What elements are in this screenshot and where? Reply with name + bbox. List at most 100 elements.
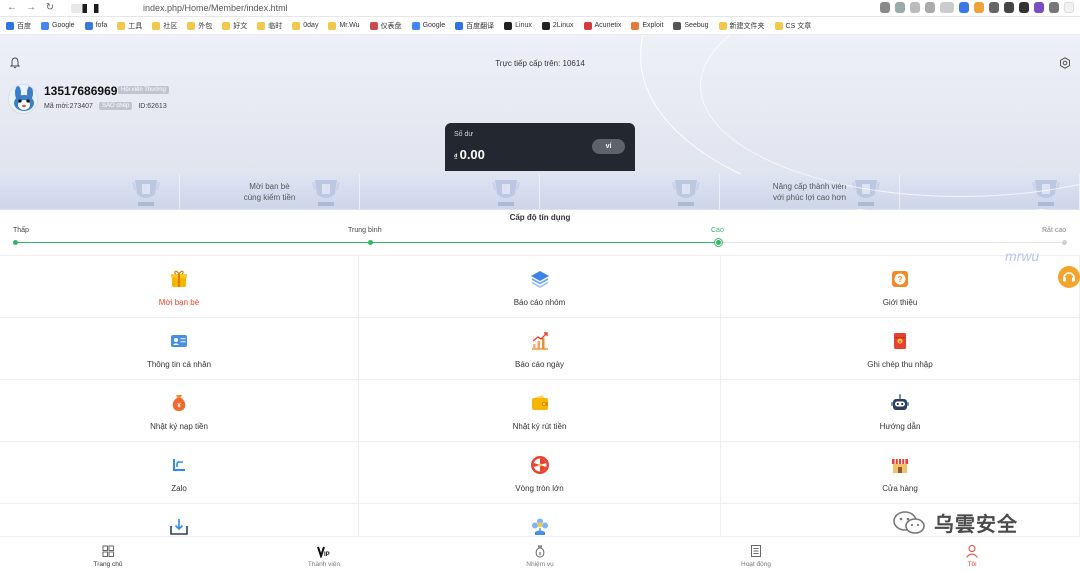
bookmark-icon bbox=[673, 21, 682, 30]
bookmark-label: 外包 bbox=[198, 22, 213, 30]
menu-item[interactable]: Vòng tròn lớn bbox=[359, 442, 721, 504]
bookmark-item[interactable]: Seebug bbox=[673, 21, 709, 30]
forward-icon[interactable]: → bbox=[24, 1, 38, 15]
bookmark-item[interactable]: 0day bbox=[292, 21, 318, 30]
banner-tile[interactable]: Mời bạn bè cùng kiếm tiền bbox=[180, 174, 360, 209]
menu-item-label: Hướng dẫn bbox=[879, 422, 921, 431]
puzzle-icon[interactable] bbox=[1049, 2, 1059, 13]
bookmark-label: Google bbox=[52, 22, 75, 29]
bookmark-item[interactable]: 社区 bbox=[152, 21, 177, 31]
bookmark-item[interactable]: CS 文章 bbox=[774, 21, 811, 31]
bookmark-label: 仪表盘 bbox=[380, 22, 402, 30]
back-icon[interactable]: ← bbox=[5, 1, 19, 15]
bookmark-item[interactable]: 百度 bbox=[6, 21, 31, 31]
bookmark-item[interactable]: fofa bbox=[84, 21, 107, 30]
tab-home[interactable]: Trang chủ bbox=[0, 537, 216, 572]
bookmark-label: 百度翻译 bbox=[466, 22, 495, 30]
banner-tile[interactable] bbox=[0, 174, 180, 209]
key-icon[interactable] bbox=[880, 2, 890, 13]
bookmark-label: 社区 bbox=[163, 22, 178, 30]
balance-amount: 0.00 bbox=[459, 147, 485, 162]
settings-icon[interactable] bbox=[1059, 57, 1071, 69]
bookmark-label: 工具 bbox=[128, 22, 143, 30]
menu-item[interactable]: Báo cáo ngày bbox=[359, 318, 721, 380]
tab-activity[interactable]: Hoạt động bbox=[648, 537, 864, 572]
extension-icon[interactable] bbox=[1019, 2, 1029, 13]
question-icon: ? bbox=[892, 271, 908, 287]
trophy-icon bbox=[132, 180, 160, 206]
bookmark-item[interactable]: 百度翻译 bbox=[455, 21, 494, 31]
new-badge-icon[interactable] bbox=[959, 2, 969, 13]
bookmark-label: Mr.Wu bbox=[339, 22, 360, 29]
bookmark-icon bbox=[41, 21, 49, 30]
robot-icon bbox=[891, 394, 909, 410]
bookmark-item[interactable]: 新建文件夹 bbox=[718, 21, 765, 31]
bookmark-item[interactable]: Acunetix bbox=[583, 21, 621, 30]
translate-icon[interactable] bbox=[895, 2, 905, 13]
bookmark-item[interactable]: Google bbox=[41, 21, 75, 30]
bookmark-item[interactable]: Google bbox=[411, 21, 445, 30]
bookmark-icon bbox=[187, 21, 196, 30]
bookmark-item[interactable]: 工具 bbox=[117, 21, 142, 31]
bookmark-item[interactable]: 仪表盘 bbox=[369, 21, 402, 31]
banner-tile[interactable]: Nâng cấp thành viên với phúc lợi cao hơn bbox=[720, 174, 900, 209]
bookmark-label: 百度 bbox=[17, 22, 31, 30]
bookmark-icon bbox=[6, 21, 14, 30]
menu-item[interactable]: Zalo bbox=[0, 442, 359, 504]
reload-icon[interactable]: ↻ bbox=[43, 1, 57, 15]
headset-icon bbox=[1063, 272, 1075, 282]
tab-tasks[interactable]: $ Nhiệm vụ bbox=[432, 537, 648, 572]
bottom-tab-bar: Trang chủ IP Thành viên $ Nhiệm vụ Hoạt động T… bbox=[0, 536, 1080, 572]
menu-item[interactable]: Thông tin cá nhân bbox=[0, 318, 359, 380]
banner-tile[interactable] bbox=[900, 174, 1080, 209]
menu-item[interactable]: Nhật ký rút tiền bbox=[359, 380, 721, 442]
menu-item[interactable]: Hướng dẫn bbox=[721, 380, 1080, 442]
extension-icon[interactable] bbox=[974, 2, 984, 13]
extension-icon[interactable] bbox=[989, 2, 999, 13]
url-field[interactable]: index.php/Home/Member/index.html bbox=[143, 3, 288, 13]
menu-item[interactable]: Cửa hàng bbox=[721, 442, 1080, 504]
avatar[interactable] bbox=[8, 84, 38, 114]
invite-code: Mã mời:273407 bbox=[44, 102, 93, 110]
tab-vip[interactable]: IP Thành viên bbox=[216, 537, 432, 572]
menu-item[interactable]: Báo cáo nhóm bbox=[359, 256, 721, 318]
star-icon[interactable] bbox=[925, 2, 935, 13]
menu-item-label: Báo cáo nhóm bbox=[513, 298, 566, 307]
menu-item-label: Thông tin cá nhân bbox=[146, 360, 212, 369]
banner-tile[interactable] bbox=[360, 174, 540, 209]
bookmark-icon bbox=[222, 21, 231, 30]
extension-icon[interactable] bbox=[940, 2, 954, 13]
bookmark-item[interactable]: Linux bbox=[504, 21, 532, 30]
wechat-logo-icon bbox=[893, 510, 925, 534]
extension-icon[interactable] bbox=[1004, 2, 1014, 13]
tab-me[interactable]: Tôi bbox=[864, 537, 1080, 572]
balance-value: ₫ 0.00 bbox=[454, 147, 485, 162]
red-envelope-icon: ¥ bbox=[894, 333, 906, 349]
zoom-icon[interactable] bbox=[910, 2, 920, 13]
extension-icon[interactable] bbox=[1034, 2, 1044, 13]
menu-item-label: Vòng tròn lớn bbox=[515, 484, 564, 493]
menu-item[interactable]: ¥ Nhật ký nạp tiền bbox=[0, 380, 359, 442]
bookmark-item[interactable]: Mr.Wu bbox=[328, 21, 360, 30]
tab-label: Hoạt động bbox=[741, 561, 771, 568]
level-dot-low bbox=[13, 240, 18, 245]
banner-tile[interactable] bbox=[540, 174, 720, 209]
menu-item-label: Nhật ký rút tiền bbox=[512, 422, 567, 431]
menu-item[interactable]: ? Giới thiệu bbox=[721, 256, 1080, 318]
bookmark-item[interactable]: 好文 bbox=[222, 21, 247, 31]
customer-service-float-button[interactable] bbox=[1058, 266, 1080, 288]
wallet-button[interactable]: ví bbox=[592, 139, 625, 154]
copy-button[interactable]: SAO chép bbox=[98, 102, 133, 110]
menu-item[interactable]: Mời bạn bè bbox=[0, 256, 359, 318]
bookmark-item[interactable]: 外包 bbox=[187, 21, 212, 31]
bookmark-icon bbox=[583, 21, 592, 30]
bookmark-item[interactable]: 临时 bbox=[257, 21, 282, 31]
profile-icon[interactable] bbox=[1064, 2, 1074, 13]
bookmark-item[interactable]: 2Linux bbox=[541, 21, 574, 30]
banner-text: Nâng cấp thành viên với phúc lợi cao hơn bbox=[772, 182, 847, 202]
bookmark-label: Seebug bbox=[684, 22, 709, 29]
menu-item[interactable]: ¥ Ghi chép thu nhập bbox=[721, 318, 1080, 380]
bookmark-item[interactable]: Exploit bbox=[631, 21, 663, 30]
bookmark-icon bbox=[292, 21, 301, 30]
bookmark-label: 2Linux bbox=[552, 22, 574, 29]
